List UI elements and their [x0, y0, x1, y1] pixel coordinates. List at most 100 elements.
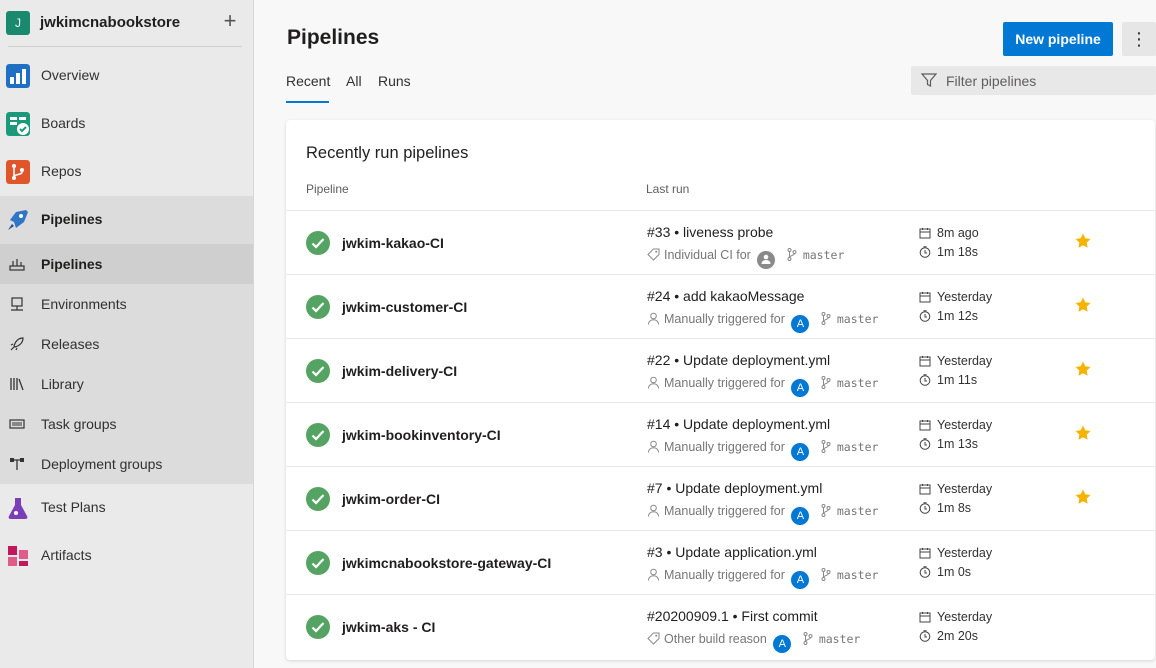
branch-name: master: [836, 440, 879, 454]
run-date: 8m ago: [919, 226, 979, 240]
trigger-text: Other build reason: [664, 632, 767, 646]
boards-icon: [6, 112, 30, 136]
clock-icon: [919, 246, 931, 258]
nav-item-repos[interactable]: Repos: [0, 148, 253, 196]
calendar-icon: [919, 356, 931, 367]
avatar[interactable]: [757, 251, 776, 269]
pipeline-name[interactable]: jwkim-order-CI: [342, 491, 440, 507]
subnav-item-releases[interactable]: Releases: [0, 324, 253, 364]
divider: [8, 46, 242, 47]
pipelines-icon: [8, 210, 28, 230]
calendar-icon: [919, 548, 931, 559]
pipeline-name[interactable]: jwkim-delivery-CI: [342, 363, 457, 379]
plus-icon[interactable]: +: [220, 9, 240, 33]
pipeline-name[interactable]: jwkimcnabookstore-gateway-CI: [342, 555, 551, 571]
duration-text: 1m 11s: [937, 373, 978, 387]
pipeline-row[interactable]: jwkim-bookinventory-CI #14 • Update depl…: [286, 402, 1155, 466]
tab-all[interactable]: All: [346, 73, 362, 89]
run-title[interactable]: #33 • liveness probe: [647, 224, 773, 240]
org-header[interactable]: J jwkimcnabookstore +: [0, 0, 254, 46]
pipeline-name[interactable]: jwkim-bookinventory-CI: [342, 427, 501, 443]
run-when: 8m ago: [937, 226, 979, 240]
run-date: Yesterday: [919, 482, 992, 496]
pipeline-row[interactable]: jwkimcnabookstore-gateway-CI #3 • Update…: [286, 530, 1155, 594]
pipeline-name[interactable]: jwkim-aks - CI: [342, 619, 435, 635]
person-icon: [648, 440, 659, 453]
run-when: Yesterday: [937, 418, 993, 432]
pipeline-row[interactable]: jwkim-customer-CI #24 • add kakaoMessage…: [286, 274, 1155, 338]
tag-icon: [647, 632, 660, 645]
filter-input[interactable]: Filter pipelines: [911, 66, 1156, 95]
test-plans-icon: [8, 498, 28, 519]
subnav-label: Releases: [41, 336, 100, 352]
pipeline-row[interactable]: jwkim-order-CI #7 • Update deployment.ym…: [286, 466, 1155, 530]
run-title[interactable]: #7 • Update deployment.yml: [647, 480, 822, 496]
tab-recent[interactable]: Recent: [286, 73, 330, 89]
branch-icon: [821, 568, 831, 581]
clock-icon: [919, 438, 931, 450]
avatar[interactable]: A: [791, 571, 810, 589]
column-header-pipeline: Pipeline: [306, 182, 349, 196]
trigger-text: Manually triggered for: [664, 312, 785, 326]
avatar[interactable]: A: [791, 379, 810, 397]
avatar[interactable]: A: [773, 635, 792, 653]
nav-item-overview[interactable]: Overview: [0, 52, 253, 100]
duration-text: 1m 18s: [937, 245, 978, 259]
clock-icon: [919, 310, 931, 322]
run-duration: 1m 8s: [919, 501, 971, 515]
star-icon[interactable]: [1074, 296, 1092, 314]
branch-name: master: [836, 504, 879, 518]
org-name[interactable]: jwkimcnabookstore: [40, 14, 180, 31]
run-trigger-info: Other build reason A master: [647, 632, 860, 653]
run-date: Yesterday: [919, 418, 992, 432]
nav-item-pipelines[interactable]: Pipelines: [0, 196, 253, 244]
avatar[interactable]: A: [791, 315, 810, 333]
star-icon[interactable]: [1074, 424, 1092, 442]
avatar[interactable]: A: [791, 507, 810, 525]
pipeline-row[interactable]: jwkim-aks - CI #20200909.1 • First commi…: [286, 594, 1155, 658]
trigger-text: Manually triggered for: [664, 568, 785, 582]
clock-icon: [919, 566, 931, 578]
tab-runs[interactable]: Runs: [378, 73, 411, 89]
subnav-label: Task groups: [41, 416, 117, 432]
filter-placeholder: Filter pipelines: [946, 73, 1037, 89]
avatar[interactable]: A: [791, 443, 810, 461]
duration-text: 1m 12s: [937, 309, 978, 323]
clock-icon: [919, 502, 931, 514]
nav-item-artifacts[interactable]: Artifacts: [0, 532, 253, 580]
subnav-item-pipelines[interactable]: Pipelines: [0, 244, 253, 284]
nav-item-test-plans[interactable]: Test Plans: [0, 484, 253, 532]
subnav-item-library[interactable]: Library: [0, 364, 253, 404]
run-title[interactable]: #14 • Update deployment.yml: [647, 416, 830, 432]
pipeline-row[interactable]: jwkim-delivery-CI #22 • Update deploymen…: [286, 338, 1155, 402]
pipeline-name[interactable]: jwkim-kakao-CI: [342, 235, 444, 251]
star-icon[interactable]: [1074, 360, 1092, 378]
branch-icon: [821, 312, 831, 325]
run-trigger-info: Manually triggered for A master: [647, 312, 878, 333]
new-pipeline-button[interactable]: New pipeline: [1003, 22, 1113, 56]
subnav-item-deployment-groups[interactable]: Deployment groups: [0, 444, 253, 484]
star-icon[interactable]: [1074, 488, 1092, 506]
run-title[interactable]: #22 • Update deployment.yml: [647, 352, 830, 368]
calendar-icon: [919, 420, 931, 431]
success-status-icon: [306, 359, 330, 383]
run-title[interactable]: #3 • Update application.yml: [647, 544, 817, 560]
run-trigger-info: Manually triggered for A master: [647, 440, 879, 461]
branch-icon: [821, 440, 831, 453]
pipeline-name[interactable]: jwkim-customer-CI: [342, 299, 467, 315]
trigger-text: Manually triggered for: [664, 376, 785, 390]
star-icon[interactable]: [1074, 232, 1092, 250]
pipeline-row[interactable]: jwkim-kakao-CI #33 • liveness probe Indi…: [286, 210, 1155, 274]
tab-underline: [286, 101, 329, 103]
run-duration: 2m 20s: [919, 629, 978, 643]
library-icon: [10, 378, 24, 391]
more-vertical-icon[interactable]: ⋮: [1122, 22, 1156, 56]
run-title[interactable]: #20200909.1 • First commit: [647, 608, 818, 624]
branch-name: master: [802, 248, 845, 262]
nav-item-boards[interactable]: Boards: [0, 100, 253, 148]
subnav-item-environments[interactable]: Environments: [0, 284, 253, 324]
run-date: Yesterday: [919, 610, 992, 624]
run-title[interactable]: #24 • add kakaoMessage: [647, 288, 804, 304]
run-date: Yesterday: [919, 354, 992, 368]
subnav-item-task-groups[interactable]: Task groups: [0, 404, 253, 444]
